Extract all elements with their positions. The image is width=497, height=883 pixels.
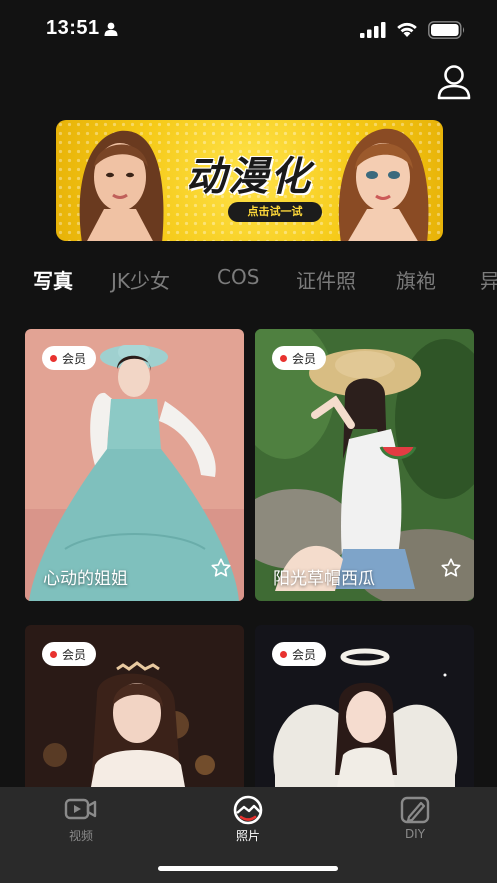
tab-photo-portrait[interactable]: 写真 <box>33 265 73 294</box>
battery-icon <box>428 21 465 39</box>
card-title: 心动的姐姐 <box>43 569 128 589</box>
anime-promo-banner[interactable]: 动漫化 点击试一试 <box>56 120 443 241</box>
template-card[interactable]: 会员 阳光草帽西瓜 <box>255 329 474 601</box>
badge-dot <box>50 354 57 362</box>
vip-badge: 会员 <box>272 346 327 370</box>
badge-dot <box>50 650 57 658</box>
vip-badge-label: 会员 <box>62 647 87 662</box>
nav-label-diy: DIY <box>404 827 426 841</box>
banner-try-button[interactable]: 点击试一试 <box>228 202 322 222</box>
brush-icon <box>400 796 430 824</box>
card-title: 阳光草帽西瓜 <box>273 569 375 589</box>
nav-label-video: 视频 <box>68 829 93 843</box>
status-time: 13:51 <box>46 17 100 39</box>
nav-item-video[interactable]: 视频 <box>41 795 121 844</box>
home-indicator[interactable] <box>158 866 338 871</box>
banner-title: 动漫化 <box>186 154 312 200</box>
star-outline-icon[interactable] <box>440 557 462 579</box>
vip-badge-label: 会员 <box>292 351 317 366</box>
nav-item-photo[interactable]: 照片 <box>208 795 288 844</box>
wifi-icon <box>397 22 417 37</box>
template-card[interactable]: 会员 心动的姐姐 <box>25 329 244 601</box>
status-bar: 13:51 <box>0 0 497 58</box>
tab-jk-girl[interactable]: JK少女 <box>111 265 170 294</box>
tab-qipao[interactable]: 旗袍 <box>396 265 436 294</box>
video-icon <box>64 798 97 820</box>
tab-cos[interactable]: COS <box>217 265 259 289</box>
tab-partial[interactable]: 异 <box>480 265 497 294</box>
vip-badge: 会员 <box>42 346 97 370</box>
template-card[interactable]: 会员 <box>255 625 474 787</box>
signal-icon <box>360 22 386 38</box>
vip-badge-label: 会员 <box>62 351 87 366</box>
star-outline-icon[interactable] <box>210 557 232 579</box>
vip-badge: 会员 <box>272 642 327 666</box>
banner-portrait-photo <box>79 130 164 241</box>
vip-badge-label: 会员 <box>292 647 317 662</box>
template-card[interactable]: 会员 <box>25 625 244 787</box>
person-icon <box>104 22 118 36</box>
category-tabs: 写真 JK少女 COS 证件照 旗袍 异 <box>0 262 497 296</box>
app-screen: 13:51 动漫化 点击试一试 写真 JK少女 COS 证件照 旗袍 异 会员 … <box>0 0 497 883</box>
vip-badge: 会员 <box>42 642 97 666</box>
badge-dot <box>280 650 287 658</box>
banner-anime-portrait <box>338 128 429 241</box>
nav-item-diy[interactable]: DIY <box>375 795 455 841</box>
tab-id-photo[interactable]: 证件照 <box>296 265 356 294</box>
nav-label-photo: 照片 <box>235 829 260 843</box>
photo-icon <box>233 795 263 825</box>
badge-dot <box>280 354 287 362</box>
user-icon[interactable] <box>434 62 474 102</box>
